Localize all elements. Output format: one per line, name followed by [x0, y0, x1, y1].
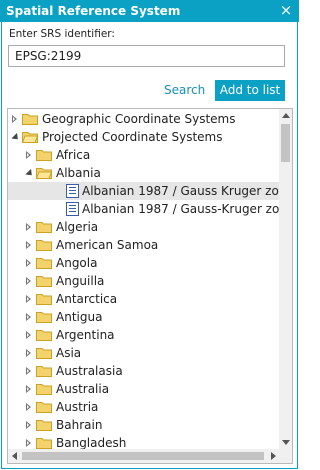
folder-icon: [36, 402, 52, 413]
tree-folder-row[interactable]: Angola: [8, 254, 280, 272]
chevron-right-icon[interactable]: [26, 349, 31, 357]
tree-folder-row[interactable]: Algeria: [8, 218, 280, 236]
tree-item-label: Anguilla: [56, 274, 105, 288]
tree-item-label: Africa: [56, 148, 91, 162]
tree-item-label: American Samoa: [56, 238, 159, 252]
add-to-list-button[interactable]: Add to list: [215, 80, 285, 101]
tree-item-label: Antarctica: [56, 292, 118, 306]
chevron-right-icon[interactable]: [26, 223, 31, 231]
tree-folder-row[interactable]: American Samoa: [8, 236, 280, 254]
chevron-right-icon[interactable]: [26, 385, 31, 393]
tree-folder-row[interactable]: Anguilla: [8, 272, 280, 290]
scroll-up-icon[interactable]: [282, 113, 290, 118]
scroll-right-icon[interactable]: [271, 452, 276, 460]
srs-document-icon: [66, 184, 79, 198]
tree-item-label: Australia: [56, 382, 110, 396]
tree-item-label: Austria: [56, 400, 99, 414]
folder-icon: [36, 330, 52, 341]
folder-icon: [36, 276, 52, 287]
tree-item-label: Antigua: [56, 310, 103, 324]
tree-item-label: Argentina: [56, 328, 115, 342]
tree-folder-row[interactable]: Australasia: [8, 362, 280, 380]
tree-item-label: Australasia: [56, 364, 123, 378]
chevron-right-icon[interactable]: [26, 403, 31, 411]
chevron-right-icon[interactable]: [12, 115, 17, 123]
horizontal-scroll-thumb[interactable]: [22, 452, 264, 460]
title-bar: Spatial Reference System ×: [0, 0, 299, 22]
tree-item-label: Angola: [56, 256, 98, 270]
folder-icon: [36, 222, 52, 233]
chevron-right-icon[interactable]: [26, 439, 31, 447]
tree-folder-row[interactable]: Bahrain: [8, 416, 280, 434]
tree-item-label: Bangladesh: [56, 436, 127, 449]
chevron-right-icon[interactable]: [26, 421, 31, 429]
tree-folder-row[interactable]: Australia: [8, 380, 280, 398]
folder-icon: [36, 366, 52, 377]
chevron-right-icon[interactable]: [26, 367, 31, 375]
tree-srs-row[interactable]: Albanian 1987 / Gauss-Kruger zone: [8, 200, 280, 218]
folder-icon: [22, 114, 38, 125]
srs-tree: Geographic Coordinate Systems Projected C…: [7, 108, 293, 464]
tree-folder-row[interactable]: Austria: [8, 398, 280, 416]
tree-item-label: Projected Coordinate Systems: [42, 130, 223, 144]
tree-item-label: Albanian 1987 / Gauss-Kruger zone: [82, 202, 280, 216]
tree-srs-row[interactable]: Albanian 1987 / Gauss Kruger zone: [8, 182, 280, 200]
tree-folder-row[interactable]: Asia: [8, 344, 280, 362]
tree-folder-row[interactable]: Albania: [8, 164, 280, 182]
chevron-right-icon[interactable]: [26, 277, 31, 285]
folder-icon: [36, 240, 52, 251]
tree-item-label: Bahrain: [56, 418, 103, 432]
folder-icon: [36, 420, 52, 431]
vertical-scroll-thumb[interactable]: [281, 124, 290, 162]
tree-folder-row[interactable]: Geographic Coordinate Systems: [8, 110, 280, 128]
tree-item-label: Albania: [56, 166, 101, 180]
folder-icon: [36, 258, 52, 269]
tree-folder-row[interactable]: Africa: [8, 146, 280, 164]
tree-item-label: Algeria: [56, 220, 99, 234]
folder-icon: [36, 312, 52, 323]
chevron-right-icon[interactable]: [26, 331, 31, 339]
folder-icon: [36, 150, 52, 161]
folder-open-icon: [22, 132, 38, 143]
search-link[interactable]: Search: [164, 83, 205, 97]
chevron-right-icon[interactable]: [26, 241, 31, 249]
tree-folder-row[interactable]: Antarctica: [8, 290, 280, 308]
tree-item-label: Asia: [56, 346, 82, 360]
scroll-corner: [279, 449, 292, 463]
tree-folder-row[interactable]: Projected Coordinate Systems: [8, 128, 280, 146]
window-title: Spatial Reference System: [6, 4, 181, 18]
horizontal-scrollbar[interactable]: [8, 449, 280, 463]
close-icon[interactable]: ×: [279, 2, 293, 18]
tree-item-label: Albanian 1987 / Gauss Kruger zone: [82, 184, 280, 198]
srs-identifier-input[interactable]: [8, 45, 285, 67]
tree-folder-row[interactable]: Antigua: [8, 308, 280, 326]
chevron-down-icon[interactable]: [11, 132, 21, 143]
tree-folder-row[interactable]: Argentina: [8, 326, 280, 344]
folder-icon: [36, 384, 52, 395]
folder-icon: [36, 294, 52, 305]
tree-item-label: Geographic Coordinate Systems: [42, 112, 236, 126]
folder-icon: [36, 438, 52, 449]
scroll-left-icon[interactable]: [12, 452, 17, 460]
folder-open-icon: [36, 168, 52, 179]
scroll-down-icon[interactable]: [282, 440, 290, 445]
chevron-right-icon[interactable]: [26, 313, 31, 321]
tree-folder-row[interactable]: Bangladesh: [8, 434, 280, 449]
chevron-right-icon[interactable]: [26, 151, 31, 159]
srs-label: Enter SRS identifier:: [9, 28, 115, 40]
tree-rows: Geographic Coordinate Systems Projected C…: [8, 109, 280, 449]
srs-document-icon: [66, 202, 79, 216]
chevron-right-icon[interactable]: [26, 295, 31, 303]
chevron-down-icon[interactable]: [25, 168, 35, 179]
chevron-right-icon[interactable]: [26, 259, 31, 267]
vertical-scrollbar[interactable]: [279, 109, 292, 449]
folder-icon: [36, 348, 52, 359]
